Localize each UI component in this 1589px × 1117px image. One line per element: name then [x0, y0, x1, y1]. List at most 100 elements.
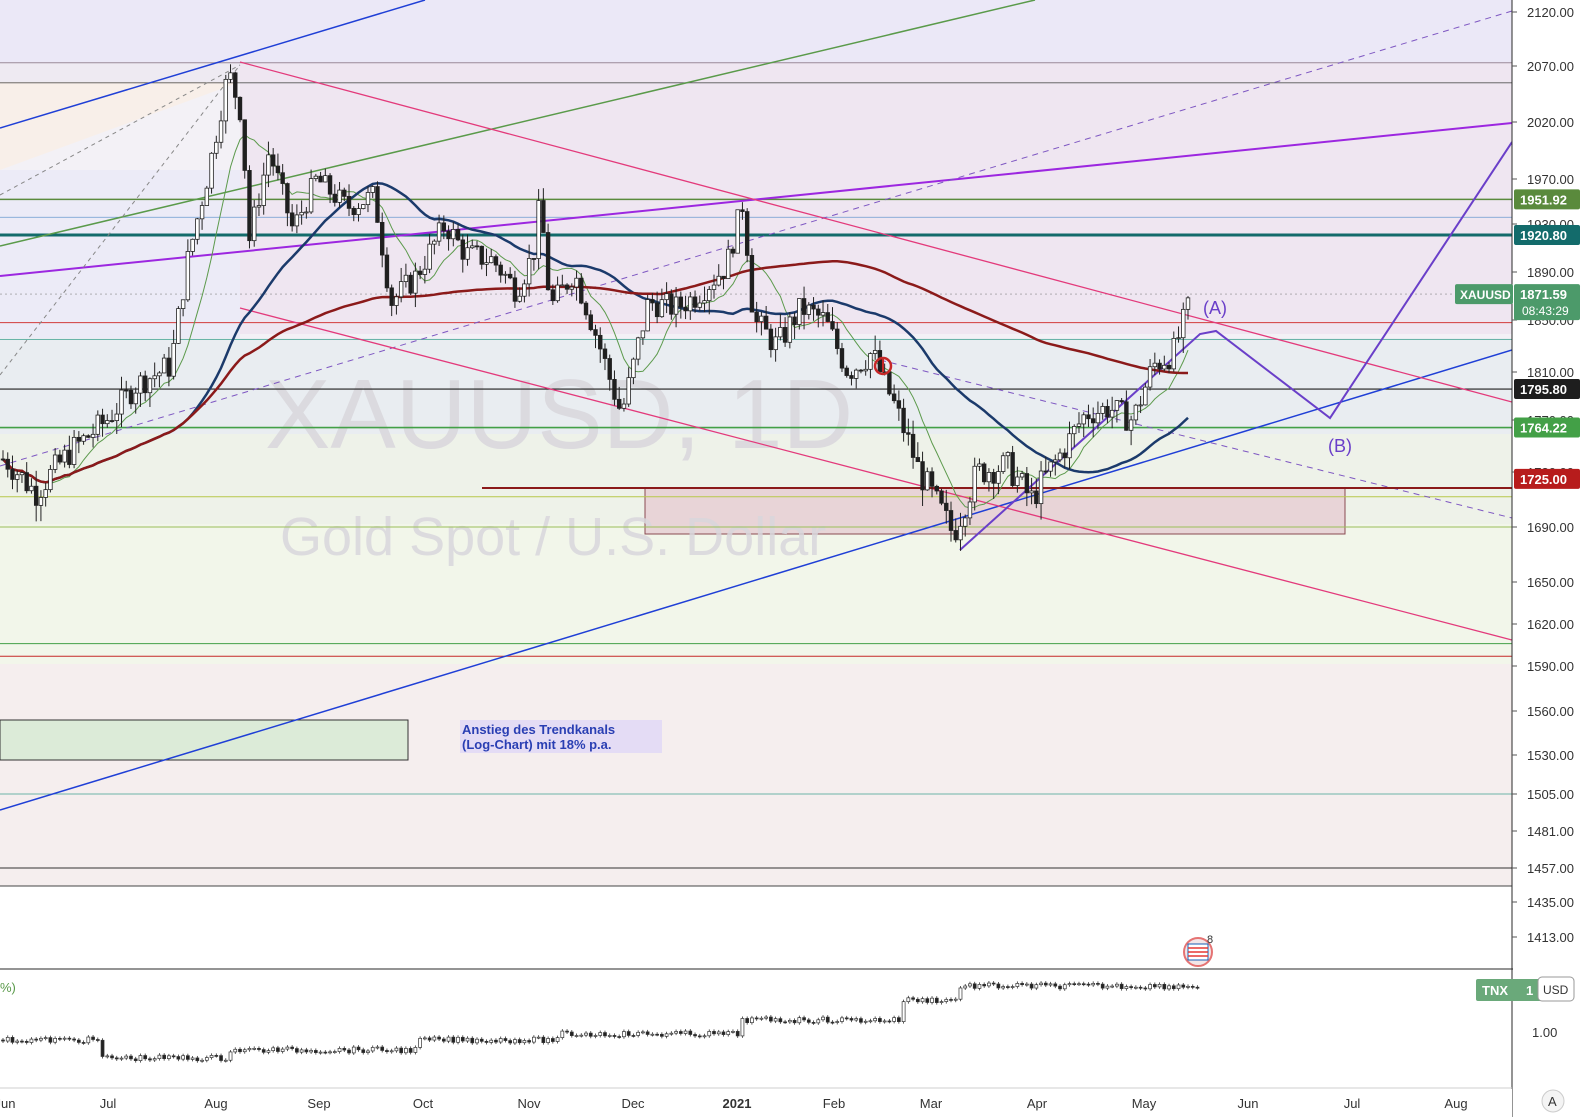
- tnx-candle-body: [242, 1049, 247, 1053]
- tnx-candle-body: [897, 1017, 901, 1022]
- candle-body: [825, 312, 830, 322]
- tnx-candle-body: [1171, 985, 1176, 990]
- candle-body: [697, 302, 702, 308]
- candle-body: [176, 308, 181, 344]
- tnx-candle-body: [987, 982, 991, 987]
- candle-body: [730, 248, 736, 254]
- price-axis[interactable]: 2120.002070.002020.001970.001930.001890.…: [1512, 0, 1589, 1117]
- tnx-candle-body: [1134, 986, 1138, 989]
- candle-body: [560, 284, 565, 287]
- level-badge-label: 1725.00: [1520, 472, 1567, 487]
- tnx-candle-body: [58, 1037, 62, 1040]
- tnx-candle-body: [1058, 985, 1062, 990]
- currency-button[interactable]: USD: [1537, 976, 1575, 1002]
- tnx-candle-body: [261, 1049, 266, 1053]
- tnx-candle-body: [863, 1020, 868, 1023]
- candle-body: [327, 175, 333, 195]
- candle: [545, 223, 551, 291]
- candle-body: [1015, 476, 1020, 486]
- candle-body: [214, 141, 219, 154]
- candle-body: [86, 435, 91, 438]
- candle: [939, 488, 944, 506]
- tnx-candle-body: [802, 1017, 806, 1021]
- candle-body: [1152, 362, 1158, 368]
- tnx-candle-body: [167, 1055, 171, 1060]
- tnx-candle-body: [811, 1022, 816, 1024]
- tnx-candle-body: [1062, 984, 1067, 990]
- candle-body: [223, 78, 228, 122]
- time-tick-label: Oct: [413, 1096, 434, 1111]
- tnx-candle-body: [674, 1031, 678, 1034]
- tnx-candle-body: [1015, 983, 1020, 987]
- tnx-candle-body: [1034, 984, 1039, 989]
- tnx-candle-body: [72, 1038, 76, 1041]
- tnx-candle-body: [878, 1018, 882, 1022]
- tnx-candle-body: [712, 1031, 716, 1035]
- tnx-candle-body: [76, 1039, 81, 1043]
- tnx-candle-body: [1067, 983, 1072, 986]
- price-tick-label: 1435.00: [1527, 895, 1574, 910]
- tnx-candle-body: [404, 1048, 408, 1054]
- candle-body: [470, 245, 475, 249]
- candle-body: [645, 299, 650, 332]
- candle-body: [963, 517, 968, 527]
- candle-body: [507, 273, 513, 279]
- level-badge-label: 1920.80: [1520, 228, 1567, 243]
- candle-body: [531, 258, 537, 260]
- candle-body: [394, 296, 399, 306]
- tnx-candle-body: [176, 1056, 181, 1060]
- auto-scale-button[interactable]: A: [1541, 1089, 1565, 1113]
- candle-body: [384, 254, 390, 289]
- tnx-candle-body: [697, 1035, 702, 1038]
- candle-body: [43, 489, 48, 498]
- annotation-line-1: Anstieg des Trendkanals: [462, 722, 615, 737]
- wave-b-label: (B): [1328, 436, 1352, 456]
- tnx-candle-body: [1086, 983, 1091, 986]
- tnx-candle-body: [769, 1016, 773, 1022]
- time-tick-label: Dec: [621, 1096, 645, 1111]
- tnx-candle-body: [759, 1017, 764, 1020]
- candle-body: [839, 348, 845, 369]
- candle-body: [1105, 405, 1110, 418]
- tnx-candle-body: [247, 1048, 252, 1051]
- candle-body: [474, 245, 480, 248]
- tnx-candle-body: [949, 999, 953, 1001]
- time-tick-label: Jul: [1344, 1096, 1361, 1111]
- tnx-candle-body: [655, 1033, 659, 1036]
- tnx-candle-body: [892, 1017, 896, 1022]
- candle-body: [617, 398, 622, 409]
- candle-body: [280, 172, 285, 184]
- tnx-candle-body: [854, 1018, 859, 1021]
- price-tick-label: 1620.00: [1527, 617, 1574, 632]
- candle-body: [801, 298, 807, 315]
- candle-body: [166, 357, 172, 377]
- candle-body: [275, 165, 281, 174]
- tnx-candle-body: [574, 1035, 579, 1037]
- price-tick-label: 1481.00: [1527, 824, 1574, 839]
- tnx-candle-body: [1020, 983, 1024, 985]
- tnx-candle-body: [257, 1048, 261, 1050]
- tradingview-chart[interactable]: XAUUSD, 1D Gold Spot / U.S. Dollar (A) (…: [0, 0, 1589, 1117]
- candle-body: [607, 358, 612, 380]
- time-axis[interactable]: Jun Jul Aug Sep Oct Nov Dec 2021 Feb Mar Apr May Jun…: [0, 1089, 1512, 1117]
- time-tick-label: Mar: [920, 1096, 943, 1111]
- tnx-candle-body: [441, 1038, 446, 1042]
- candle-body: [635, 337, 641, 360]
- candle-body: [896, 400, 902, 409]
- candle: [361, 204, 366, 210]
- event-badge[interactable]: 8: [1183, 934, 1213, 967]
- tnx-candle-body: [588, 1032, 593, 1037]
- candle-body: [740, 209, 745, 212]
- candle-body: [555, 284, 560, 302]
- candle: [209, 152, 214, 194]
- candle-body: [436, 222, 442, 242]
- tnx-candle-body: [1138, 986, 1143, 989]
- candle-body: [199, 205, 205, 220]
- tnx-candle-body: [295, 1048, 299, 1053]
- tnx-candle-body: [451, 1036, 456, 1043]
- tnx-candle-body: [1091, 983, 1096, 986]
- tnx-candle-body: [195, 1057, 200, 1062]
- tnx-candle-body: [266, 1050, 271, 1053]
- tnx-candle-body: [683, 1030, 688, 1034]
- candle-body: [142, 375, 148, 394]
